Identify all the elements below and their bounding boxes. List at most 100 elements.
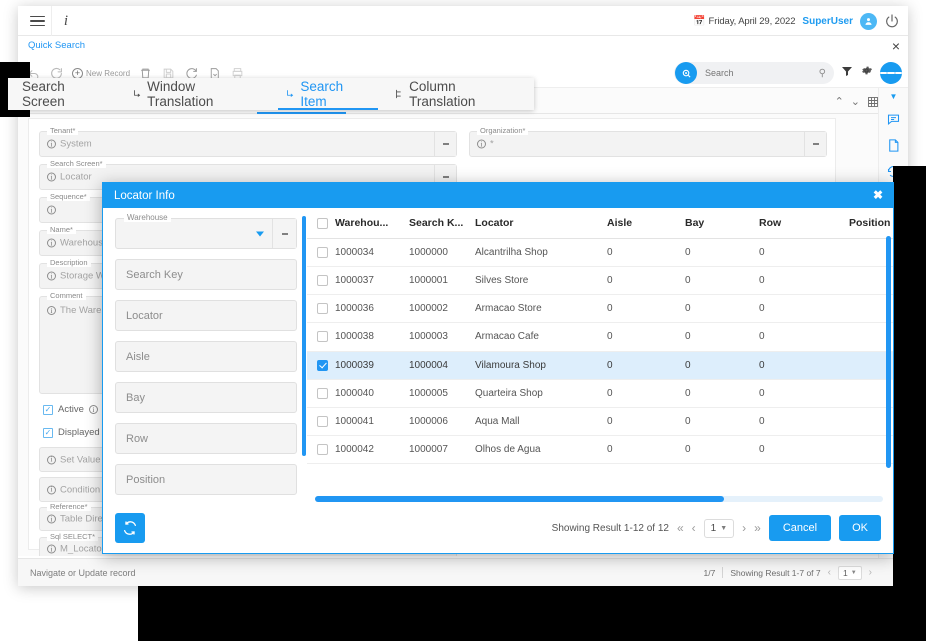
field-value: iLocator [47,172,92,183]
page-select[interactable]: 1 ▼ [704,519,735,538]
table-row[interactable]: 1000037 1000001 Silves Store 0 0 0 [307,267,893,295]
table-row[interactable]: 1000038 1000003 Armacao Cafe 0 0 0 [307,323,893,351]
select-all-header[interactable] [307,208,335,239]
branch-icon [284,88,297,101]
field-menu-icon[interactable] [434,132,456,156]
table-row[interactable]: 1000040 1000005 Quarteira Shop 0 0 0 [307,379,893,407]
close-icon[interactable]: ✖ [873,187,883,203]
column-header-position[interactable]: Position [849,208,893,239]
cell-bay: 0 [685,267,759,295]
column-header-row[interactable]: Row [759,208,849,239]
table-row-selected[interactable]: 1000039 1000004 Vilamoura Shop 0 0 0 [307,351,893,379]
chevron-down-icon[interactable] [256,231,264,236]
filter-warehouse[interactable]: Warehouse [115,218,297,249]
table-row[interactable]: 1000041 1000006 Aqua Mall 0 0 0 [307,407,893,435]
filter-placeholder: Bay [116,392,145,404]
funnel-filter-icon[interactable] [841,64,853,82]
table-horizontal-scrollbar[interactable] [315,496,883,502]
table-row[interactable]: 1000034 1000000 Alcantrilha Shop 0 0 0 [307,239,893,267]
column-header-bay[interactable]: Bay [685,208,759,239]
row-checkbox-cell[interactable] [307,323,335,351]
filter-position[interactable]: Position [115,464,297,495]
chevron-down-icon[interactable]: ⌄ [851,95,860,108]
filter-locator[interactable]: Locator [115,300,297,331]
filter-aisle[interactable]: Aisle [115,341,297,372]
row-checkbox-cell[interactable] [307,239,335,267]
search-icon[interactable] [675,62,697,84]
cell-row: 0 [759,267,849,295]
header-right-group: 📅Friday, April 29, 2022 SuperUser [693,6,900,36]
table-row[interactable]: 1000036 1000002 Armacao Store 0 0 0 [307,295,893,323]
header-username[interactable]: SuperUser [802,16,853,27]
row-checkbox-cell[interactable] [307,379,335,407]
info-icon[interactable]: i [52,7,80,35]
power-icon[interactable] [884,13,900,29]
next-page-button[interactable]: › [869,567,872,578]
page-select[interactable]: 1 ▼ [838,566,862,580]
checkbox-icon-checked[interactable] [317,360,328,371]
cell-row: 0 [759,379,849,407]
field-organization[interactable]: Organization* i* [469,131,827,157]
chevron-down-small-icon[interactable]: ▼ [890,92,898,101]
row-checkbox-cell[interactable] [307,351,335,379]
row-checkbox-cell[interactable] [307,267,335,295]
new-record-button[interactable]: + New Record [72,68,130,79]
row-checkbox-cell[interactable] [307,407,335,435]
filter-panel-scrollbar[interactable] [302,216,306,456]
row-checkbox-cell[interactable] [307,295,335,323]
checkbox-icon[interactable] [317,331,328,342]
cell-warehouse: 1000042 [335,435,409,463]
checkbox-icon[interactable] [317,388,328,399]
float-tab-window-translation[interactable]: Window Translation [120,78,273,110]
column-header-aisle[interactable]: Aisle [607,208,685,239]
cell-locator: Armacao Store [475,295,607,323]
user-avatar-icon[interactable] [860,13,877,30]
gear-icon[interactable] [860,64,873,82]
checkbox-icon[interactable] [317,444,328,455]
filter-search-key[interactable]: Search Key [115,259,297,290]
first-page-button[interactable]: « [677,521,684,535]
table-row[interactable]: 1000042 1000007 Olhos de Agua 0 0 0 [307,435,893,463]
search-box[interactable]: ⚲ [674,62,834,84]
checkbox-icon[interactable] [317,416,328,427]
filter-row[interactable]: Row [115,423,297,454]
field-menu-icon[interactable] [804,132,826,156]
filter-menu-icon[interactable] [272,219,296,248]
field-tenant[interactable]: Tenant* iSystem [39,131,457,157]
refresh-button[interactable] [115,513,145,543]
float-tab-search-screen[interactable]: Search Screen [8,78,120,110]
prev-page-button[interactable]: ‹ [692,521,696,535]
float-tab-column-translation[interactable]: Column Translation [382,78,534,110]
row-checkbox-cell[interactable] [307,435,335,463]
ok-button[interactable]: OK [839,515,881,541]
calendar-icon: 📅 [693,16,705,27]
cell-bay: 0 [685,435,759,463]
column-header-locator[interactable]: Locator [475,208,607,239]
cancel-button[interactable]: Cancel [769,515,831,541]
document-icon[interactable] [886,138,901,153]
filter-placeholder: Position [116,474,165,486]
table-vertical-scrollbar[interactable] [886,236,891,468]
scrollbar-thumb[interactable] [315,496,724,502]
menu-lines-icon[interactable] [880,62,902,84]
chevron-up-icon[interactable]: ⌃ [835,95,844,108]
magnifier-icon[interactable]: ⚲ [819,68,826,79]
checkbox-icon[interactable] [317,218,328,229]
cell-aisle: 0 [607,407,685,435]
next-page-button[interactable]: › [742,521,746,535]
checkbox-active[interactable]: ✓ Active i [43,404,98,415]
checkbox-icon[interactable] [317,275,328,286]
quick-search-link[interactable]: Quick Search [28,40,85,51]
checkbox-icon[interactable] [317,303,328,314]
checkbox-icon[interactable] [317,247,328,258]
float-tab-search-item[interactable]: Search Item [274,78,383,110]
column-header-search-key[interactable]: Search K... [409,208,475,239]
search-input[interactable] [703,67,808,79]
filter-bay[interactable]: Bay [115,382,297,413]
prev-page-button[interactable]: ‹ [828,567,831,578]
column-header-warehouse[interactable]: Warehou... [335,208,409,239]
hamburger-icon[interactable] [24,6,52,36]
chat-bubble-icon[interactable] [886,112,901,127]
last-page-button[interactable]: » [754,521,761,535]
close-icon[interactable]: × [892,37,900,55]
